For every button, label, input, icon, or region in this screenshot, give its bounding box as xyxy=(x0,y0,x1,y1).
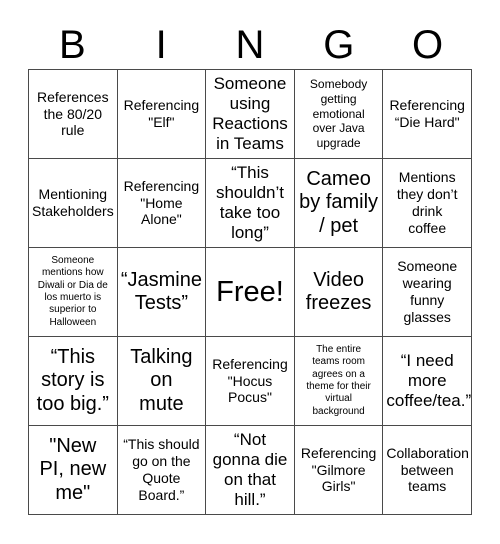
bingo-cell-g2[interactable]: Cameo by family / pet xyxy=(294,159,384,248)
bingo-header-letter-o: O xyxy=(412,23,444,67)
bingo-cell-i2[interactable]: Referencing "Home Alone" xyxy=(117,159,207,248)
bingo-cell-text: Referencing "Elf" xyxy=(123,97,200,130)
bingo-cell-text: References the 80/20 rule xyxy=(37,88,109,139)
bingo-cell-g1[interactable]: Somebody getting emotional over Java upg… xyxy=(294,70,384,159)
bingo-cell-text: Someone mentions how Diwali or Dia de lo… xyxy=(37,254,108,328)
bingo-cell-b5[interactable]: "New PI, new me" xyxy=(29,426,118,515)
bingo-cell-n1[interactable]: Someone using Reactions in Teams xyxy=(206,70,295,159)
bingo-cell-g4[interactable]: The entire teams room agrees on a theme … xyxy=(294,337,384,426)
bingo-cell-text: “This story is too big.” xyxy=(36,346,109,415)
bingo-cell-text: Somebody getting emotional over Java upg… xyxy=(309,77,368,150)
bingo-cell-text: Free! xyxy=(216,275,284,308)
bingo-cell-text: Collaboration between teams xyxy=(386,444,469,495)
bingo-cell-i1[interactable]: Referencing "Elf" xyxy=(117,70,207,159)
bingo-cell-n2[interactable]: “This shouldn’t take too long” xyxy=(206,159,295,248)
bingo-header-row: B I N G O xyxy=(28,22,472,68)
bingo-cell-text: "New PI, new me" xyxy=(39,435,107,504)
bingo-cell-o1[interactable]: Referencing “Die Hard" xyxy=(383,70,472,159)
bingo-cell-text: Referencing “Die Hard" xyxy=(389,97,465,130)
bingo-cell-text: “I need more coffee/tea.” xyxy=(386,350,472,411)
bingo-header-letter-g: G xyxy=(323,23,355,67)
bingo-cell-text: Cameo by family / pet xyxy=(299,168,379,237)
bingo-cell-text: Referencing "Hocus Pocus" xyxy=(212,355,288,406)
bingo-header-letter-b: B xyxy=(59,23,86,67)
bingo-card: B I N G O References the 80/20 rule Refe… xyxy=(0,0,500,544)
bingo-cell-n5[interactable]: “Not gonna die on that hill.” xyxy=(206,426,295,515)
bingo-header-letter-i: I xyxy=(155,23,167,67)
bingo-cell-text: Mentioning Stakeholders xyxy=(32,186,114,219)
bingo-cell-text: Referencing "Gilmore Girls" xyxy=(300,444,377,495)
bingo-cell-n4[interactable]: Referencing "Hocus Pocus" xyxy=(206,337,295,426)
bingo-cell-text: Someone using Reactions in Teams xyxy=(212,73,288,154)
bingo-cell-text: “Jasmine Tests” xyxy=(120,268,202,314)
bingo-cell-text: Someone wearing funny glasses xyxy=(397,258,458,325)
bingo-cell-text: Mentions they don’t drink coffee xyxy=(396,169,458,236)
bingo-cell-text: The entire teams room agrees on a theme … xyxy=(306,343,371,417)
bingo-cell-free-space[interactable]: Free! xyxy=(206,248,295,337)
bingo-cell-i4[interactable]: Talking on mute xyxy=(117,337,207,426)
bingo-cell-g5[interactable]: Referencing "Gilmore Girls" xyxy=(294,426,384,515)
bingo-cell-o5[interactable]: Collaboration between teams xyxy=(383,426,472,515)
bingo-cell-b4[interactable]: “This story is too big.” xyxy=(29,337,118,426)
bingo-cell-i3[interactable]: “Jasmine Tests” xyxy=(117,248,207,337)
bingo-cell-o4[interactable]: “I need more coffee/tea.” xyxy=(383,337,472,426)
bingo-cell-o3[interactable]: Someone wearing funny glasses xyxy=(383,248,472,337)
bingo-cell-text: “This should go on the Quote Board.” xyxy=(123,436,200,503)
bingo-cell-text: “Not gonna die on that hill.” xyxy=(212,429,288,510)
bingo-grid: References the 80/20 rule Referencing "E… xyxy=(28,69,472,515)
bingo-cell-text: “This shouldn’t take too long” xyxy=(215,162,285,243)
bingo-header-letter-n: N xyxy=(235,23,265,67)
bingo-cell-b2[interactable]: Mentioning Stakeholders xyxy=(29,159,118,248)
bingo-cell-text: Referencing "Home Alone" xyxy=(123,177,200,228)
bingo-cell-o2[interactable]: Mentions they don’t drink coffee xyxy=(383,159,472,248)
bingo-cell-i5[interactable]: “This should go on the Quote Board.” xyxy=(117,426,207,515)
bingo-cell-b3[interactable]: Someone mentions how Diwali or Dia de lo… xyxy=(29,248,118,337)
bingo-cell-text: Video freezes xyxy=(305,268,372,314)
bingo-cell-g3[interactable]: Video freezes xyxy=(294,248,384,337)
bingo-cell-b1[interactable]: References the 80/20 rule xyxy=(29,70,118,159)
bingo-cell-text: Talking on mute xyxy=(130,346,193,415)
